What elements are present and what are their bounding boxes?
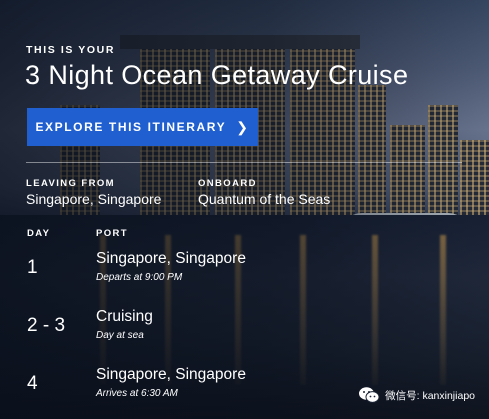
itinerary-port: Cruising xyxy=(96,308,153,325)
leaving-from-value: Singapore, Singapore xyxy=(26,191,162,207)
leaving-from-label: LEAVING FROM xyxy=(26,178,115,189)
itinerary-detail: Day at sea xyxy=(96,330,144,341)
port-column-header: PORT xyxy=(96,228,128,239)
itinerary-port: Singapore, Singapore xyxy=(96,366,246,383)
wechat-icon xyxy=(359,387,380,403)
onboard-value: Quantum of the Seas xyxy=(198,191,331,207)
eyebrow-text: THIS IS YOUR xyxy=(26,44,116,56)
explore-itinerary-button[interactable]: EXPLORE THIS ITINERARY ❯ xyxy=(27,108,258,146)
cruise-title: 3 Night Ocean Getaway Cruise xyxy=(25,60,409,90)
itinerary-day: 1 xyxy=(27,257,38,278)
itinerary-detail: Arrives at 6:30 AM xyxy=(96,388,178,399)
explore-itinerary-label: EXPLORE THIS ITINERARY xyxy=(35,120,227,134)
itinerary-port: Singapore, Singapore xyxy=(96,250,246,267)
onboard-label: ONBOARD xyxy=(198,178,257,189)
itinerary-card: THIS IS YOUR 3 Night Ocean Getaway Cruis… xyxy=(0,0,489,419)
chevron-right-icon: ❯ xyxy=(236,118,250,135)
itinerary-detail: Departs at 9:00 PM xyxy=(96,272,183,283)
day-column-header: DAY xyxy=(27,228,51,239)
watermark-text: 微信号: kanxinjiapo xyxy=(385,389,475,402)
divider xyxy=(26,162,462,163)
wechat-watermark: 微信号: kanxinjiapo xyxy=(358,386,475,404)
itinerary-day: 2 - 3 xyxy=(27,315,66,336)
itinerary-day: 4 xyxy=(27,373,38,394)
